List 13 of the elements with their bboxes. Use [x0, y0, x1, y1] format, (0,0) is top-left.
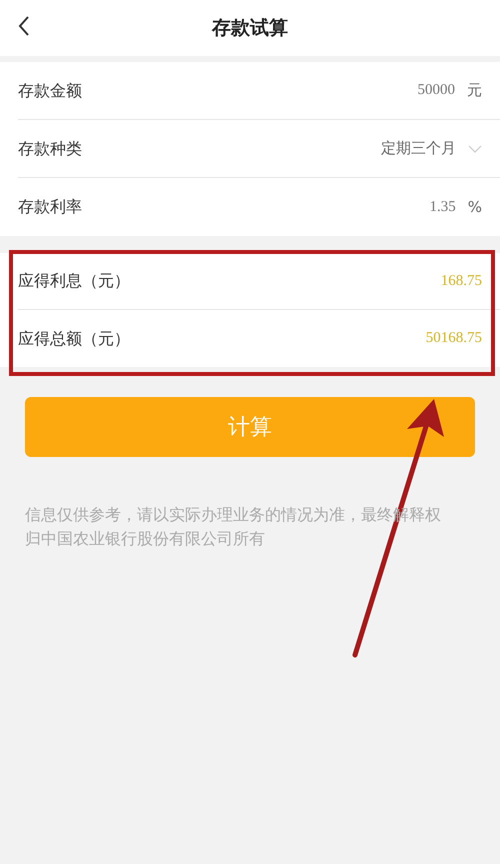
field-label: 存款金额	[18, 80, 82, 102]
amount-field[interactable]: 50000	[418, 79, 455, 102]
page-title: 存款试算	[212, 16, 288, 41]
result-label: 应得总额（元）	[18, 328, 130, 350]
unit-label: %	[468, 196, 482, 218]
result-label: 应得利息（元）	[18, 270, 130, 292]
deposit-type-select[interactable]: 定期三个月	[381, 137, 482, 160]
field-label: 存款利率	[18, 196, 82, 218]
amount-field[interactable]: 1.35	[429, 196, 456, 218]
result-value: 168.75	[440, 272, 482, 291]
result-value: 50168.75	[426, 329, 482, 348]
unit-label: 元	[467, 80, 482, 102]
field-label: 存款种类	[18, 138, 82, 160]
